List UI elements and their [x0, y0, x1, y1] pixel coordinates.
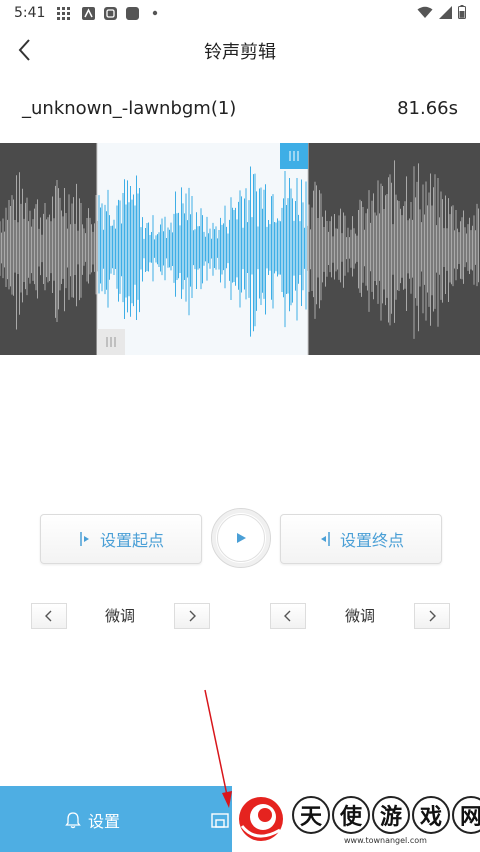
- set-start-button[interactable]: 设置起点: [40, 514, 202, 564]
- notification-app-icon: [104, 7, 117, 20]
- watermark-char: 网: [452, 796, 480, 834]
- notification-app-icon: [82, 7, 95, 20]
- play-button-inner: [217, 514, 265, 562]
- start-fine-tune-label: 微调: [104, 607, 135, 625]
- bottom-bar: 设置 天 使 游 戏 网 www.townangel.com: [0, 786, 480, 852]
- bell-icon: [65, 812, 81, 829]
- signal-icon: [439, 5, 452, 19]
- chevron-right-icon: [429, 610, 436, 622]
- end-handle[interactable]: [280, 143, 308, 169]
- start-handle[interactable]: [97, 329, 125, 355]
- notification-app-icon: [126, 7, 139, 20]
- save-icon[interactable]: [210, 810, 230, 830]
- header-bar: 铃声剪辑: [0, 28, 480, 72]
- watermark-char: 使: [332, 796, 370, 834]
- file-info: _unknown_-lawnbgm(1) 81.66s: [0, 94, 480, 124]
- chevron-left-icon: [284, 610, 291, 622]
- status-time: 5:41: [14, 5, 46, 21]
- waveform-editor[interactable]: [0, 143, 480, 355]
- set-end-label: 设置终点: [339, 531, 404, 550]
- watermark: 天 使 游 戏 网 www.townangel.com: [232, 786, 480, 852]
- watermark-url: www.townangel.com: [344, 836, 427, 845]
- watermark-logo: [239, 797, 283, 841]
- battery-icon: [458, 5, 466, 19]
- chevron-right-icon: [189, 610, 196, 622]
- watermark-char: 戏: [412, 796, 450, 834]
- wifi-icon: [417, 6, 433, 18]
- annotation-arrow: [204, 689, 232, 808]
- start-fine-increase-button[interactable]: [174, 603, 210, 629]
- watermark-text: 天 使 游 戏 网: [292, 796, 480, 834]
- start-fine-decrease-button[interactable]: [31, 603, 67, 629]
- settings-button[interactable]: 设置: [64, 808, 120, 832]
- watermark-char: 游: [372, 796, 410, 834]
- set-end-button[interactable]: 设置终点: [280, 514, 442, 564]
- status-bar: 5:41: [0, 0, 480, 28]
- page-title: 铃声剪辑: [204, 42, 276, 63]
- end-fine-increase-button[interactable]: [414, 603, 450, 629]
- play-icon: [237, 533, 246, 543]
- settings-label: 设置: [88, 812, 121, 831]
- set-end-icon: [320, 532, 330, 546]
- set-start-label: 设置起点: [99, 531, 164, 550]
- watermark-char: 天: [292, 796, 330, 834]
- end-fine-decrease-button[interactable]: [270, 603, 306, 629]
- grid-icon: [57, 7, 70, 20]
- end-fine-tune-label: 微调: [344, 607, 375, 625]
- set-start-icon: [80, 532, 89, 546]
- bottom-action-bar: 设置: [0, 786, 232, 852]
- play-button[interactable]: [211, 508, 271, 568]
- file-name: _unknown_-lawnbgm(1): [22, 98, 237, 119]
- chevron-left-icon: [45, 610, 52, 622]
- dot-icon: [152, 10, 158, 16]
- file-duration: 81.66s: [397, 98, 458, 119]
